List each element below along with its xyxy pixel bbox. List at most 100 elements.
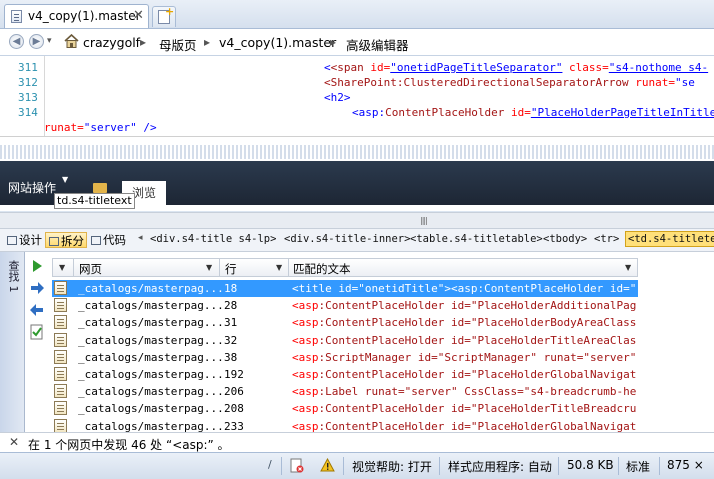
result-row[interactable]: _catalogs/masterpag... 206 <asp:Label runa… — [52, 383, 638, 400]
warning-icon[interactable] — [320, 458, 335, 472]
site-actions-menu[interactable]: 网站操作 — [8, 179, 56, 196]
result-line: 18 — [224, 282, 238, 295]
line-number: 311 — [18, 61, 38, 74]
close-find-panel-icon[interactable]: ✕ — [9, 435, 19, 449]
file-size-status: 50.8 KB — [567, 458, 614, 472]
result-page: _catalogs/masterpag... — [78, 350, 224, 364]
new-tab-button[interactable] — [152, 5, 176, 27]
chevron-down-icon[interactable]: ▼ — [276, 263, 282, 272]
tag-crumb[interactable]: <tbody> — [543, 233, 587, 245]
result-matched-text: <asp:ContentPlaceHolder id="PlaceHolderG… — [292, 368, 636, 381]
tag-crumb[interactable]: <div.s4-title s4-lp> — [150, 233, 276, 245]
code-view-button[interactable]: 代码 — [88, 232, 130, 248]
tag-crumb[interactable]: <div.s4-title-inner> — [284, 233, 410, 245]
result-line: 32 — [224, 333, 238, 347]
visual-aids-status[interactable]: 视觉帮助: 打开 — [352, 458, 432, 475]
column-line[interactable]: 行 — [225, 261, 237, 277]
splitter-grip-icon[interactable]: |||| — [420, 216, 456, 225]
result-row[interactable]: _catalogs/masterpag... 32 <asp:ContentPlac… — [52, 332, 638, 349]
master-page-file-icon — [54, 332, 67, 347]
pane-splitter[interactable]: |||| — [0, 212, 714, 229]
code-line-continuation: runat="server" /> — [44, 121, 157, 134]
breadcrumb-advanced-editor[interactable]: 高级编辑器 — [346, 35, 409, 54]
result-page: _catalogs/masterpag... — [78, 402, 224, 416]
style-application-status[interactable]: 样式应用程序: 自动 — [448, 458, 552, 475]
result-row[interactable]: _catalogs/masterpag... 31 <asp:ContentPlac… — [52, 314, 638, 331]
result-line: 233 — [224, 419, 244, 433]
breadcrumb-separator[interactable]: ▸ — [204, 35, 210, 49]
breadcrumb: ◀ ▶ ▾ crazygolf ▸ 母版页 ▸ v4_copy(1).maste… — [0, 29, 714, 56]
result-matched-text: <asp:ContentPlaceHolder id="PlaceHolderT… — [292, 333, 636, 347]
result-page: _catalogs/masterpag... — [78, 419, 224, 433]
tag-crumb[interactable]: <table.s4-titletable> — [410, 233, 543, 245]
find-results-panel: 查找 1 ▼ 网页 ▼ 行 ▼ 匹配的文本 ▼ _catalogs/master… — [0, 252, 714, 452]
result-row[interactable]: _catalogs/masterpag... 28 <asp:ContentPlac… — [52, 297, 638, 314]
result-page: _catalogs/masterpag... — [78, 333, 224, 347]
chevron-down-icon[interactable]: ▼ — [206, 263, 212, 272]
history-dropdown-icon[interactable]: ▾ — [47, 36, 52, 46]
result-matched-text: <asp:ScriptManager id="ScriptManager" ru… — [292, 350, 636, 364]
code-line: <<span id="onetidPageTitleSeparator" cla… — [324, 61, 709, 74]
design-view-button[interactable]: 设计 — [4, 232, 44, 248]
open-page-icon[interactable] — [29, 324, 45, 340]
doctype-mode-status[interactable]: 标准 — [626, 458, 650, 475]
result-line: 31 — [224, 316, 238, 330]
master-page-file-icon — [54, 367, 67, 381]
chevron-down-icon[interactable]: ▼ — [59, 263, 65, 272]
result-matched-text: <asp:ContentPlaceHolder id="PlaceHolderT… — [292, 402, 636, 416]
next-result-icon[interactable] — [29, 280, 45, 296]
breadcrumb-master-pages[interactable]: 母版页 — [159, 35, 197, 54]
code-editor[interactable]: 311 312 313 314 <<span id="onetidPageTit… — [0, 56, 714, 137]
column-matched-text[interactable]: 匹配的文本 — [293, 261, 351, 277]
folder-icon — [93, 183, 107, 193]
result-row[interactable]: _catalogs/masterpag... 192 <asp:ContentPla… — [52, 366, 638, 383]
line-number: 312 — [18, 76, 38, 89]
breadcrumb-separator[interactable]: ▸ — [140, 35, 146, 49]
element-tooltip: td.s4-titletext — [54, 193, 135, 209]
page-error-icon[interactable] — [290, 458, 304, 473]
home-icon[interactable] — [64, 34, 79, 48]
result-matched-text: <asp:Label runat="server" CssClass="s4-b… — [292, 385, 636, 399]
result-row[interactable]: _catalogs/masterpag... 18 <title id="oneti… — [52, 280, 638, 297]
chevron-left-icon[interactable]: ◂ — [138, 233, 143, 243]
tag-crumb-current[interactable]: <td.s4-titletext> — [625, 231, 714, 247]
design-view[interactable]: 网站操作 ▼ 浏览 td.s4-titletext — [0, 137, 714, 211]
result-page: _catalogs/masterpag... — [78, 385, 224, 399]
result-line: 192 — [224, 368, 244, 381]
find-status-bar: ✕ 在 1 个网页中发现 46 处 “<asp:” 。 — [0, 432, 714, 453]
back-button[interactable]: ◀ — [9, 34, 24, 49]
code-line: <asp:ContentPlaceHolder id="PlaceHolderP… — [352, 106, 714, 119]
find-result-summary: 在 1 个网页中发现 46 处 “<asp:” 。 — [28, 438, 230, 452]
chevron-down-icon[interactable]: ▼ — [625, 263, 631, 272]
previous-result-icon[interactable] — [29, 302, 45, 318]
master-page-file-icon — [54, 418, 67, 433]
breadcrumb-file[interactable]: v4_copy(1).master — [219, 35, 336, 50]
find-panel-tab[interactable]: 查找 1 — [0, 252, 25, 452]
master-page-file-icon — [54, 298, 67, 313]
design-selection-border — [0, 145, 714, 159]
result-line: 208 — [224, 402, 244, 416]
result-matched-text: <asp:ContentPlaceHolder id="PlaceHolderB… — [292, 316, 636, 330]
result-row[interactable]: _catalogs/masterpag... 38 <asp:ScriptManag… — [52, 349, 638, 366]
tag-crumb[interactable]: <tr> — [594, 233, 619, 245]
play-icon[interactable] — [29, 258, 45, 274]
cursor-slash-icon: / — [268, 458, 272, 471]
tab-strip: v4_copy(1).master ✕ — [0, 0, 714, 29]
split-view-button[interactable]: 拆分 — [45, 232, 87, 248]
view-toolbar: 设计 拆分 代码 ◂ <div.s4-title s4-lp> <div.s4-… — [0, 229, 714, 252]
forward-button[interactable]: ▶ — [29, 34, 44, 49]
line-number: 314 — [18, 106, 38, 119]
page-dimensions-status[interactable]: 875 × — [667, 458, 704, 472]
line-number: 313 — [18, 91, 38, 104]
breadcrumb-site[interactable]: crazygolf — [83, 35, 140, 50]
code-line: <h2> — [324, 91, 351, 104]
master-page-file-icon — [54, 315, 67, 330]
document-tab[interactable]: v4_copy(1).master ✕ — [4, 4, 149, 28]
result-matched-text: <asp:ContentPlaceHolder id="PlaceHolderG… — [292, 419, 636, 433]
result-row[interactable]: _catalogs/masterpag... 208 <asp:ContentPla… — [52, 400, 638, 417]
breadcrumb-separator[interactable]: ▸ — [330, 35, 336, 49]
master-page-file-icon — [11, 10, 22, 23]
result-matched-text: <asp:ContentPlaceHolder id="PlaceHolderA… — [292, 299, 636, 313]
column-page[interactable]: 网页 — [79, 261, 102, 277]
close-tab-icon[interactable]: ✕ — [133, 8, 144, 23]
